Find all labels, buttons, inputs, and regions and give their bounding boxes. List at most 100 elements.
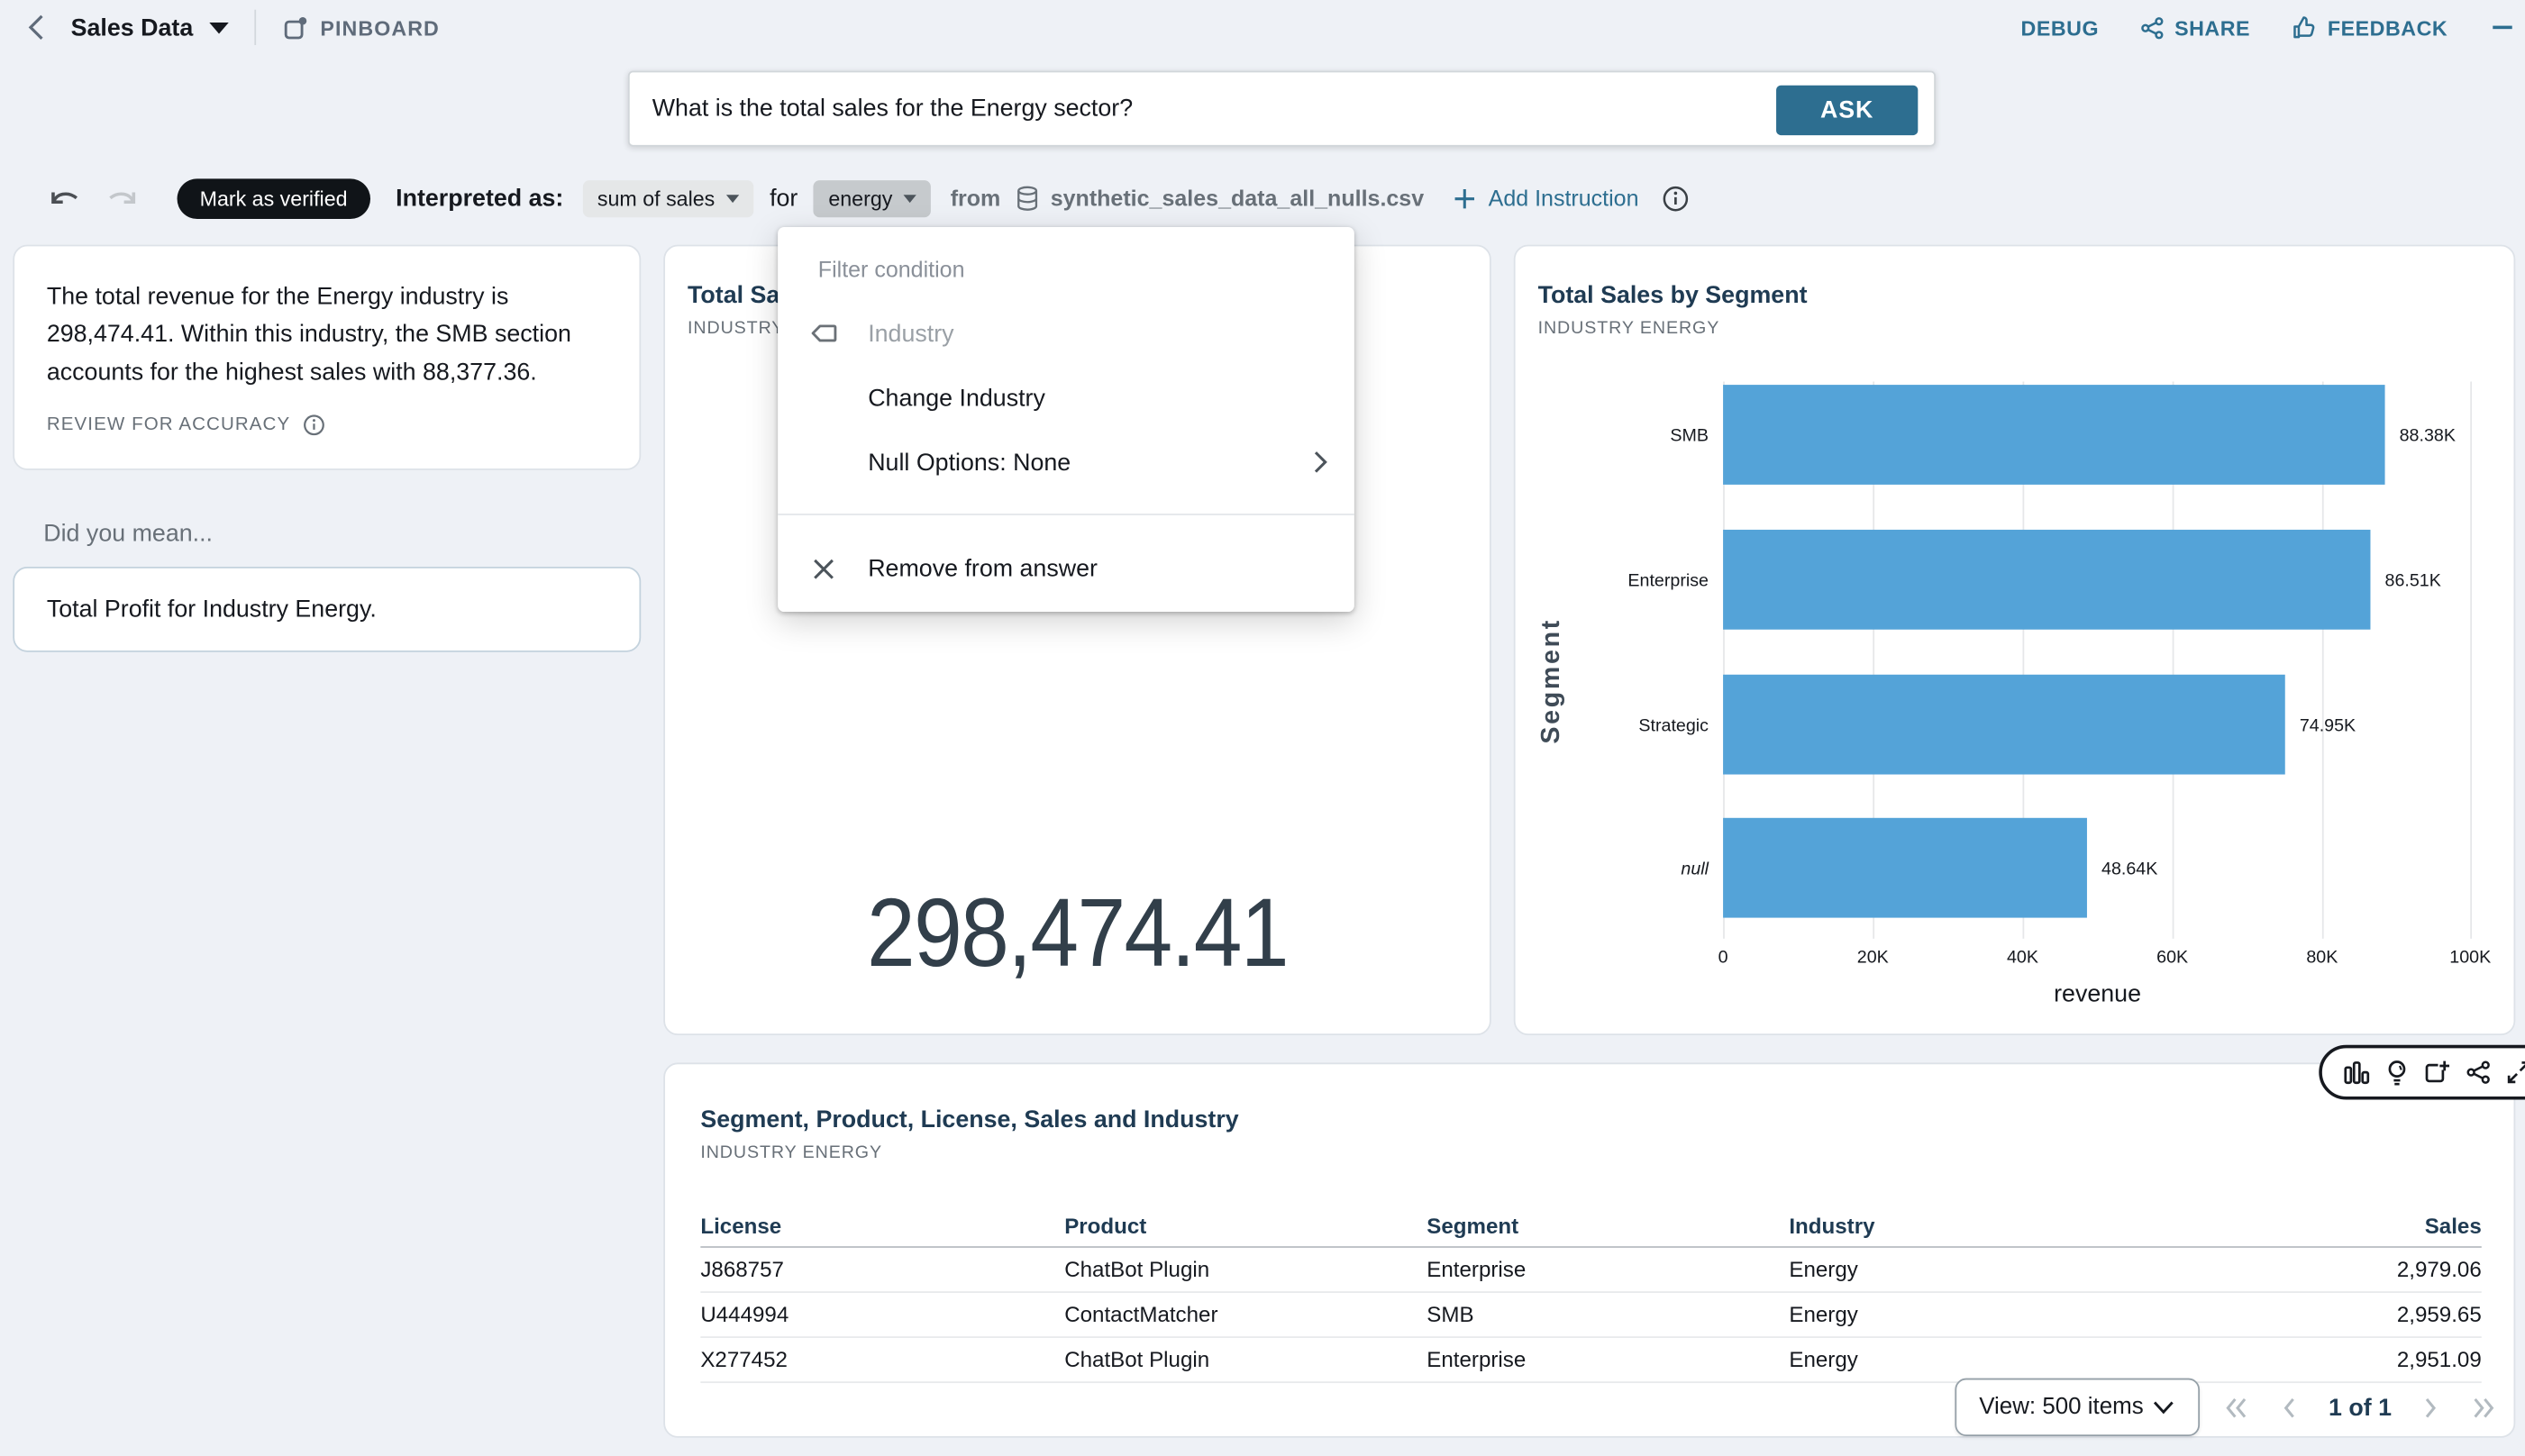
chart-card-header: Total Sales by Segment INDUSTRY ENERGY (1538, 282, 1808, 339)
view-selector-label: View: 500 items (1979, 1395, 2143, 1421)
pinboard-button[interactable]: PINBOARD (282, 14, 440, 41)
expand-icon[interactable] (2506, 1060, 2525, 1086)
chart-title: Total Sales by Segment (1538, 282, 1808, 309)
y-axis-label: Segment (1538, 520, 1567, 842)
answer-summary-card: The total revenue for the Energy industr… (13, 245, 641, 470)
menu-item-remove-from-answer[interactable]: Remove from answer (778, 532, 1354, 605)
table-cell: 2,951.09 (2151, 1348, 2481, 1372)
chevron-right-icon (1312, 450, 1328, 476)
first-page-button[interactable] (2224, 1395, 2250, 1419)
debug-button[interactable]: DEBUG (2021, 15, 2100, 40)
pencil-icon (807, 384, 839, 411)
close-icon (807, 556, 839, 580)
column-header[interactable]: License (700, 1214, 1064, 1238)
x-tick: 20K (1837, 949, 1909, 968)
next-page-button[interactable] (2424, 1395, 2438, 1419)
header-divider (254, 10, 256, 45)
bar-chart-icon[interactable] (2343, 1059, 2370, 1086)
pagination-controls: 1 of 1 (2224, 1379, 2496, 1436)
info-icon[interactable] (304, 414, 326, 436)
did-you-mean-label: Did you mean... (43, 520, 213, 547)
ask-button[interactable]: ASK (1776, 86, 1918, 135)
share-icon[interactable] (2466, 1060, 2492, 1086)
table-row[interactable]: U444994 ContactMatcher SMB Energy 2,959.… (700, 1293, 2481, 1338)
share-label: SHARE (2174, 15, 2250, 40)
menu-item-label: Change Industry (868, 384, 1045, 411)
last-page-button[interactable] (2471, 1395, 2497, 1419)
review-for-accuracy: REVIEW FOR ACCURACY (47, 414, 326, 436)
filter-context-menu: Filter condition Industry Change Industr… (778, 227, 1354, 612)
clipped-menu-item (2493, 26, 2511, 30)
table-cell: ChatBot Plugin (1064, 1258, 1427, 1282)
title-dropdown-caret-icon[interactable] (209, 22, 228, 33)
menu-item-industry: Industry (778, 301, 1354, 365)
question-input[interactable]: What is the total sales for the Energy s… (652, 95, 1133, 122)
table-cell: X277452 (700, 1348, 1064, 1372)
detail-table-card: Segment, Product, License, Sales and Ind… (663, 1062, 2515, 1437)
pin-to-board-icon[interactable] (2423, 1059, 2450, 1086)
add-instruction-button[interactable]: Add Instruction (1453, 186, 1638, 212)
redo-button[interactable] (103, 186, 138, 212)
source-file-label: synthetic_sales_data_all_nulls.csv (1051, 186, 1424, 212)
chevron-down-icon (2151, 1399, 2175, 1415)
category-label: Strategic (1516, 716, 1709, 735)
app-root: Sales Data PINBOARD DEBUG SHARE (0, 0, 2525, 1455)
metric-chip[interactable]: sum of sales (583, 179, 753, 216)
items-per-page-select[interactable]: View: 500 items (1955, 1379, 2200, 1436)
feedback-button[interactable]: FEEDBACK (2293, 14, 2448, 41)
mark-as-verified-button[interactable]: Mark as verified (178, 177, 370, 218)
gridline (2470, 382, 2472, 939)
chevron-left-icon (26, 13, 49, 41)
menu-header: Filter condition (778, 240, 1354, 301)
x-tick: 100K (2435, 949, 2506, 968)
menu-divider (778, 514, 1354, 515)
column-header[interactable]: Segment (1427, 1214, 1789, 1238)
back-button[interactable] (19, 10, 54, 45)
bar-smb[interactable] (1723, 385, 2384, 485)
value-label: 74.95K (2300, 716, 2356, 735)
interpretation-row: Mark as verified Interpreted as: sum of … (49, 174, 1689, 223)
bar-null[interactable] (1723, 818, 2087, 918)
table-header-row: License Product Segment Industry Sales (700, 1206, 2481, 1247)
table-cell: Enterprise (1427, 1258, 1789, 1282)
previous-page-button[interactable] (2282, 1395, 2296, 1419)
x-tick: 80K (2287, 949, 2358, 968)
column-header[interactable]: Product (1064, 1214, 1427, 1238)
x-tick: 40K (1987, 949, 2058, 968)
answer-text: The total revenue for the Energy industr… (47, 278, 607, 391)
table-row[interactable]: J868757 ChatBot Plugin Enterprise Energy… (700, 1248, 2481, 1293)
review-label: REVIEW FOR ACCURACY (47, 415, 290, 434)
filter-value-chip[interactable]: energy (814, 179, 931, 216)
share-icon (2141, 15, 2165, 40)
value-label: 88.38K (2400, 427, 2456, 446)
info-icon (1662, 185, 1689, 212)
column-header[interactable]: Industry (1789, 1214, 2151, 1238)
pinboard-label: PINBOARD (320, 15, 439, 40)
menu-item-null-options[interactable]: Null Options: None (778, 430, 1354, 494)
menu-item-change-industry[interactable]: Change Industry (778, 366, 1354, 430)
x-tick: 60K (2137, 949, 2208, 968)
suggestion-text: Total Profit for Industry Energy. (47, 596, 377, 623)
from-label: from (951, 186, 1001, 212)
menu-item-label: Industry (868, 320, 953, 347)
lightbulb-icon[interactable] (2385, 1059, 2410, 1086)
did-you-mean-suggestion[interactable]: Total Profit for Industry Energy. (13, 567, 641, 652)
share-button[interactable]: SHARE (2141, 15, 2251, 40)
undo-button[interactable] (49, 186, 84, 212)
bar-enterprise[interactable] (1723, 530, 2370, 630)
interpreted-as-label: Interpreted as: (396, 185, 563, 212)
category-label: Enterprise (1516, 571, 1709, 590)
column-header[interactable]: Sales (2151, 1214, 2481, 1238)
menu-item-label: Null Options: None (868, 449, 1071, 476)
chart-subtitle: INDUSTRY ENERGY (1538, 319, 1808, 338)
visual-toolbar (2319, 1045, 2525, 1100)
plus-icon (1453, 186, 1477, 210)
instruction-info-button[interactable] (1662, 185, 1689, 212)
bar-strategic[interactable] (1723, 675, 2285, 775)
filter-chip-label: energy (828, 186, 892, 210)
x-axis-label: revenue (1723, 980, 2472, 1007)
table-row[interactable]: X277452 ChatBot Plugin Enterprise Energy… (700, 1338, 2481, 1383)
table-cell: 2,979.06 (2151, 1258, 2481, 1282)
kpi-value: 298,474.41 (706, 878, 1448, 988)
table-cell: Enterprise (1427, 1348, 1789, 1372)
